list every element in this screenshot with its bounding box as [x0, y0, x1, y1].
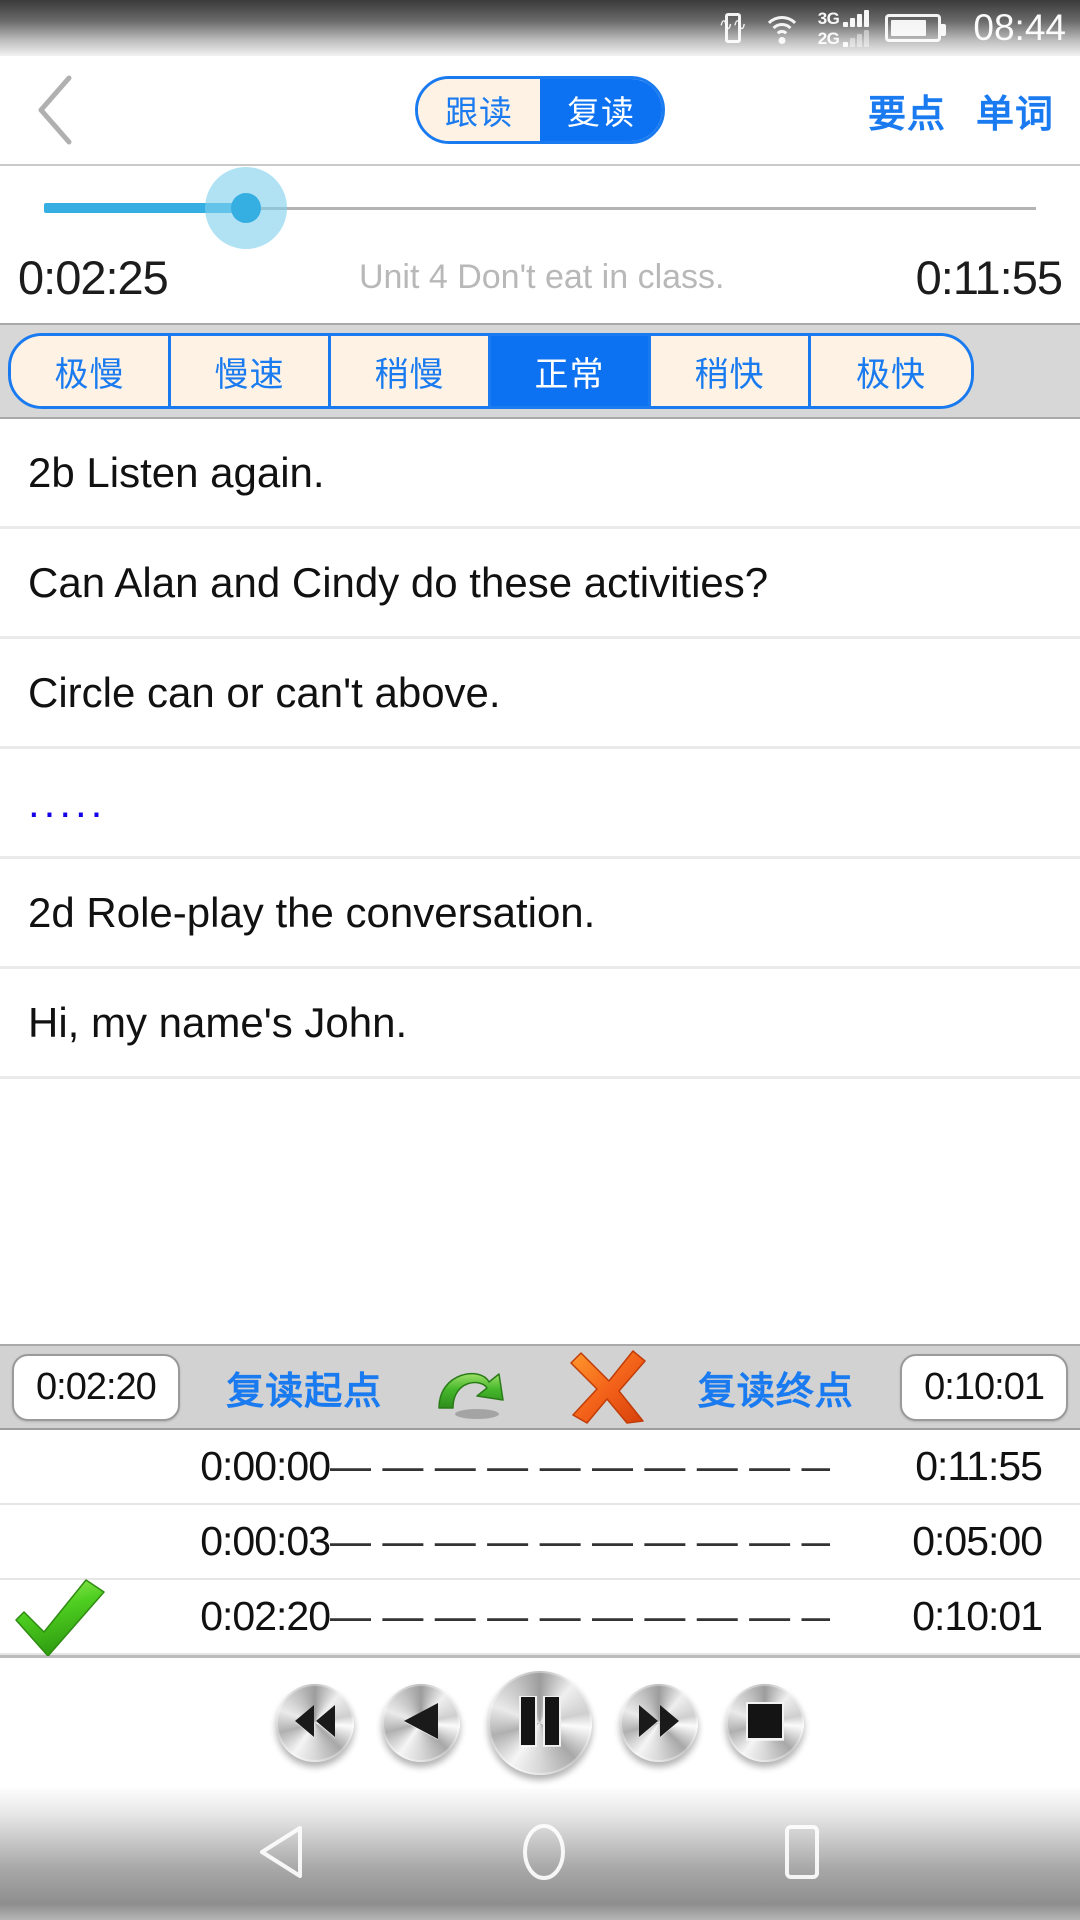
signal-bars-group: 3G 2G: [817, 8, 870, 48]
speed-option-normal[interactable]: 正常: [491, 336, 651, 406]
green-checkmark-icon: [0, 1578, 120, 1656]
pause-icon: [518, 1694, 562, 1751]
current-time-label: 0:02:25: [18, 251, 169, 304]
stop-square-icon: [746, 1701, 784, 1745]
circle-icon: [521, 1823, 567, 1885]
segment-end-time: 0:05:00: [912, 1518, 1043, 1564]
signal-3g-icon: 3G: [817, 8, 870, 28]
speed-selector-bar: 极慢 慢速 稍慢 正常 稍快 极快: [0, 323, 1080, 419]
slider-thumb[interactable]: [231, 193, 262, 223]
transcript-list: 2b Listen again. Can Alan and Cindy do t…: [0, 419, 1080, 1344]
segment-dash: — — — — — — — — — — — —: [330, 1443, 830, 1489]
transcript-line[interactable]: Can Alan and Cindy do these activities?: [0, 529, 1080, 639]
speed-option-a-bit-slow[interactable]: 稍慢: [331, 336, 491, 406]
progress-slider[interactable]: [44, 166, 1036, 250]
segment-start-time: 0:00:03: [200, 1518, 331, 1564]
android-recents-button[interactable]: [780, 1824, 824, 1885]
android-navigation-bar: [0, 1788, 1080, 1920]
mode-segmented-control: 跟读 复读: [415, 76, 665, 144]
wifi-icon: [761, 12, 802, 44]
speed-segmented-control: 极慢 慢速 稍慢 正常 稍快 极快: [8, 333, 974, 409]
speed-option-a-bit-fast[interactable]: 稍快: [651, 336, 811, 406]
speed-option-very-fast[interactable]: 极快: [811, 336, 971, 406]
time-row: 0:02:25 Unit 4 Don't eat in class. 0:11:…: [0, 250, 1080, 323]
segment-row[interactable]: 0:00:03 — — — — — — — — — — — — 0:05:00: [0, 1505, 1080, 1580]
android-back-button[interactable]: [256, 1824, 308, 1885]
status-icon-group: ∿ ∿ 3G 2G 08:44: [719, 7, 1066, 49]
repeat-control-bar: 0:02:20 复读起点 复读终点 0:10:01: [0, 1344, 1080, 1430]
speed-option-very-slow[interactable]: 极慢: [11, 336, 171, 406]
status-bar: ∿ ∿ 3G 2G 08:44: [0, 0, 1080, 56]
transcript-line[interactable]: .....: [0, 749, 1080, 859]
pause-button[interactable]: [488, 1671, 592, 1775]
transcript-line[interactable]: 2b Listen again.: [0, 419, 1080, 529]
android-home-button[interactable]: [521, 1823, 567, 1886]
playback-controls: [0, 1655, 1080, 1788]
chevron-left-icon: [33, 72, 77, 148]
triangle-left-icon: [256, 1825, 308, 1884]
repeat-start-label[interactable]: 复读起点: [226, 1360, 382, 1415]
transcript-line[interactable]: 2d Role-play the conversation.: [0, 859, 1080, 969]
fast-forward-icon: [637, 1704, 681, 1742]
repeat-end-label[interactable]: 复读终点: [698, 1360, 854, 1415]
segment-dash: — — — — — — — — — — — —: [330, 1518, 830, 1564]
stop-button[interactable]: [726, 1684, 804, 1762]
speed-option-slow[interactable]: 慢速: [171, 336, 331, 406]
segment-end-time: 0:11:55: [915, 1443, 1043, 1489]
signal-2g-label: 2G: [817, 28, 840, 48]
rewind-icon: [293, 1704, 337, 1742]
repeat-start-time-field[interactable]: 0:02:20: [12, 1353, 180, 1421]
segment-dash: — — — — — — — — — — — —: [330, 1593, 830, 1639]
top-navigation-bar: 跟读 复读 要点 单词: [0, 56, 1080, 166]
segment-start-time: 0:02:20: [200, 1593, 331, 1639]
nav-link-words[interactable]: 单词: [976, 83, 1054, 138]
rewind-button[interactable]: [276, 1684, 354, 1762]
vibrate-icon: ∿ ∿: [719, 10, 747, 46]
segment-end-time: 0:10:01: [912, 1593, 1043, 1639]
transcript-line[interactable]: Hi, my name's John.: [0, 969, 1080, 1079]
segment-row[interactable]: 0:00:00 — — — — — — — — — — — — 0:11:55: [0, 1430, 1080, 1505]
segment-start-time: 0:00:00: [200, 1443, 331, 1489]
total-time-label: 0:11:55: [915, 251, 1063, 304]
signal-3g-label: 3G: [817, 8, 840, 28]
progress-section: 0:02:25 Unit 4 Don't eat in class. 0:11:…: [0, 166, 1080, 323]
nav-link-keypoints[interactable]: 要点: [868, 83, 946, 138]
segment-repeat-read[interactable]: 复读: [540, 79, 662, 141]
previous-triangle-icon: [402, 1702, 440, 1744]
repeat-segment-list: 0:00:00 — — — — — — — — — — — — 0:11:55 …: [0, 1430, 1080, 1656]
segment-follow-read[interactable]: 跟读: [418, 79, 540, 141]
track-title: Unit 4 Don't eat in class.: [358, 258, 725, 296]
repeat-end-time-field[interactable]: 0:10:01: [900, 1353, 1068, 1421]
transcript-line[interactable]: Circle can or can't above.: [0, 639, 1080, 749]
square-icon: [780, 1824, 824, 1884]
back-button[interactable]: [0, 55, 110, 165]
fast-forward-button[interactable]: [620, 1684, 698, 1762]
signal-2g-icon: 2G: [817, 28, 870, 48]
nav-links: 要点 单词: [868, 83, 1080, 138]
orange-x-icon[interactable]: [567, 1349, 651, 1425]
app-screen: ∿ ∿ 3G 2G 08:44 跟读 复读 要点 单词 0:02:25 Unit…: [0, 0, 1080, 1920]
status-bar-clock: 08:44: [973, 7, 1066, 48]
segment-row[interactable]: 0:02:20 — — — — — — — — — — — — 0:10:01: [0, 1578, 1080, 1656]
green-loop-arrow-icon[interactable]: [429, 1354, 521, 1420]
previous-button[interactable]: [382, 1684, 460, 1762]
battery-icon: [885, 14, 947, 42]
